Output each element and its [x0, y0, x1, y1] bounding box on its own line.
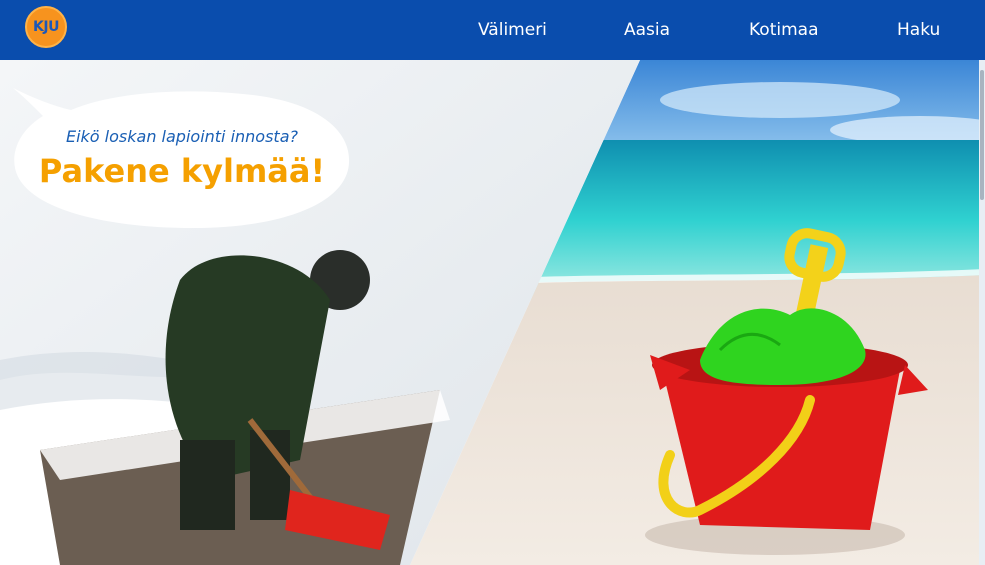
- nav-item-valimeri[interactable]: Välimeri: [478, 20, 547, 40]
- scrollbar-thumb[interactable]: [980, 70, 984, 200]
- main-nav: Välimeri Aasia Kotimaa Haku: [0, 0, 985, 60]
- top-navigation-bar: KJU Välimeri Aasia Kotimaa Haku: [0, 0, 985, 60]
- nav-item-haku[interactable]: Haku: [897, 20, 940, 40]
- bubble-subtitle: Eikö loskan lapiointi innosta?: [65, 127, 298, 146]
- nav-item-kotimaa[interactable]: Kotimaa: [749, 20, 819, 40]
- nav-item-aasia[interactable]: Aasia: [624, 20, 670, 40]
- bubble-title: Pakene kylmää!: [38, 152, 326, 190]
- speech-bubble: Eikö loskan lapiointi innosta? Pakene ky…: [13, 88, 350, 230]
